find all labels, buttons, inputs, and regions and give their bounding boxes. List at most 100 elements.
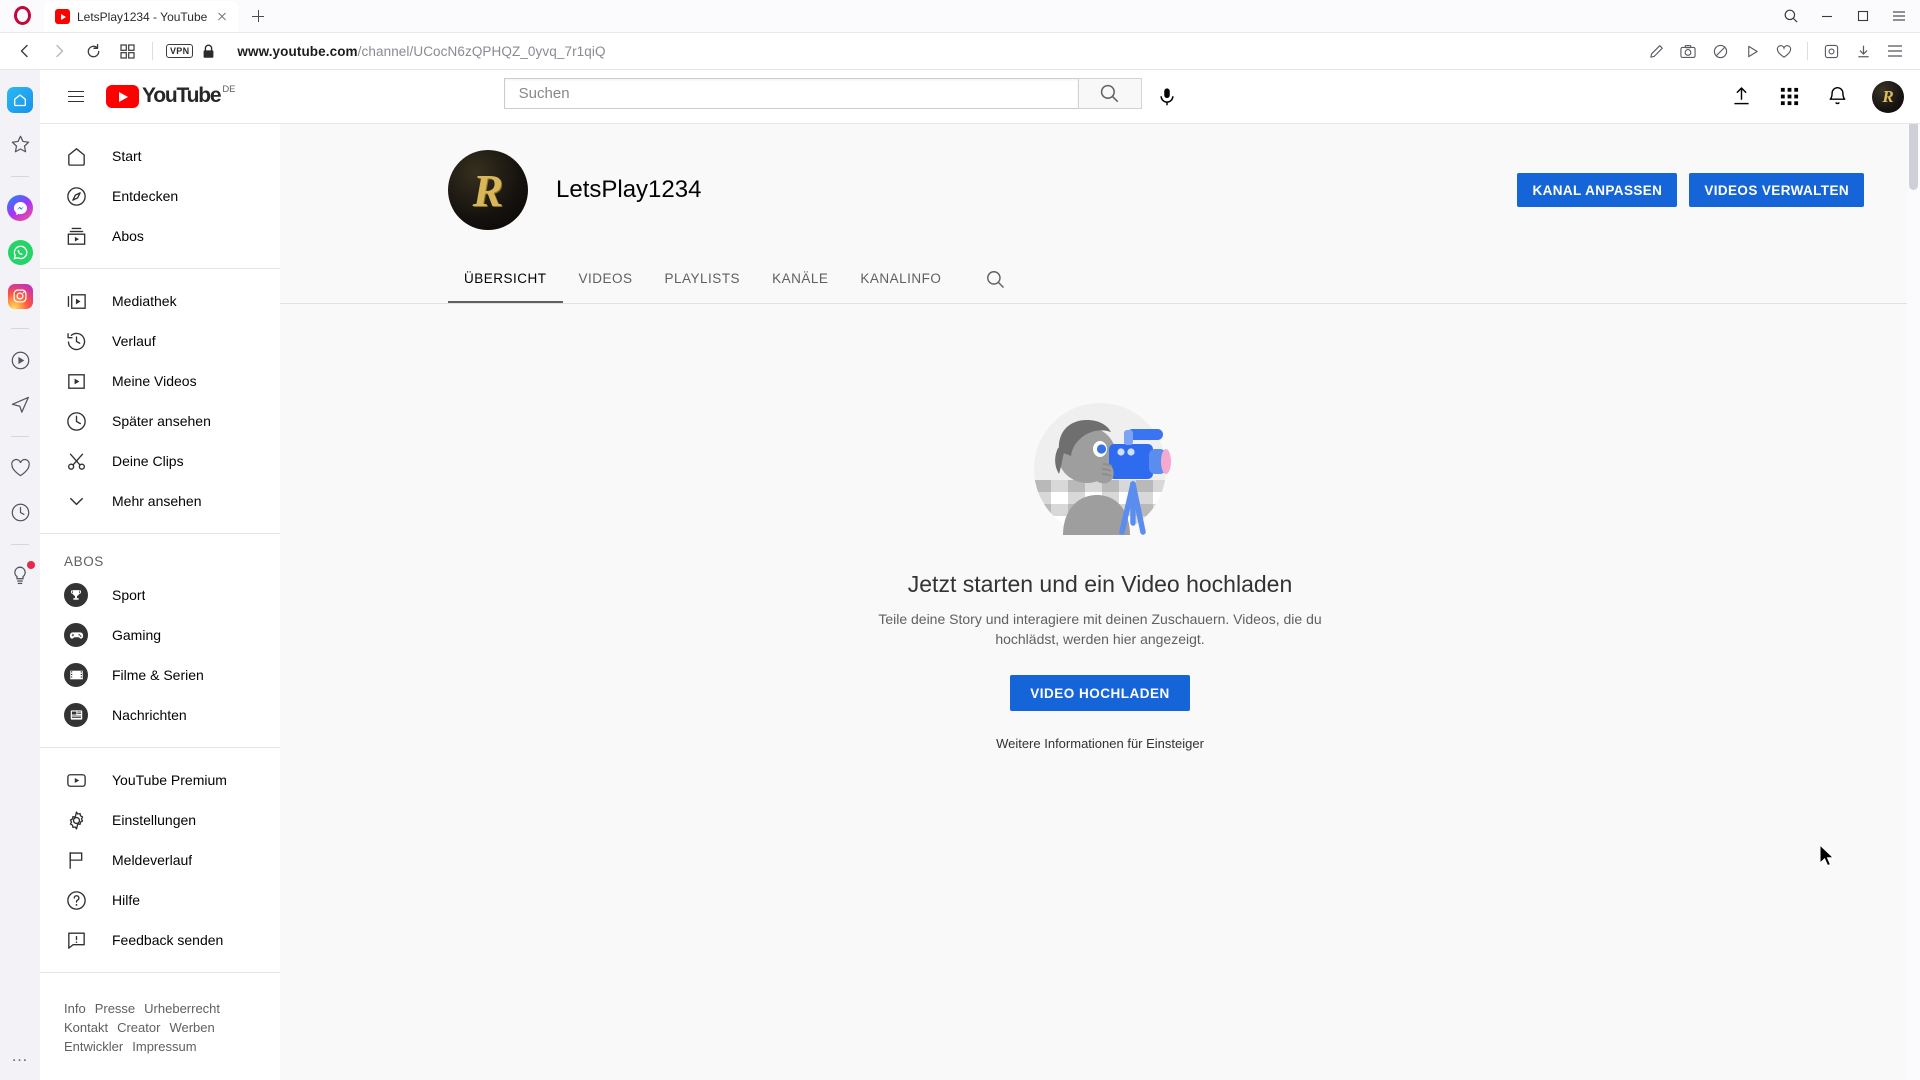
address-bar-url[interactable]: www.youtube.com/channel/UCocN6zQPHQZ_0yv… [237,44,605,59]
sidebar-player-button[interactable] [6,346,34,374]
microphone-icon [1160,87,1174,105]
new-tab-button[interactable] [244,2,272,30]
vpn-badge[interactable]: VPN [166,44,194,58]
player-icon [11,351,29,369]
channel-search-button[interactable] [971,256,1019,303]
apps-button[interactable] [1770,77,1810,117]
player-icon[interactable] [1737,36,1767,66]
notifications-button[interactable] [1818,77,1858,117]
sidebar-item-hilfe[interactable]: Hilfe [40,880,280,920]
footer-link[interactable]: Urheberrecht [144,1001,220,1016]
page-scrollbar[interactable] [1907,70,1920,1080]
footer-link[interactable]: Info [64,1001,86,1016]
sidebar-item-feedback-senden[interactable]: Feedback senden [40,920,280,960]
tab-videos[interactable]: VIDEOS [563,256,649,303]
footer-link[interactable]: Kontakt [64,1020,108,1035]
screenshot-icon[interactable] [1673,36,1703,66]
sidebar-item-verlauf[interactable]: Verlauf [40,321,280,361]
sidebar-item-deine-clips[interactable]: Deine Clips [40,441,280,481]
telegram-icon [11,396,29,413]
footer-link[interactable]: Presse [95,1001,135,1016]
sidebar-item-spaeter-ansehen[interactable]: Später ansehen [40,401,280,441]
sidebar-instagram-button[interactable] [6,282,34,310]
guide-divider-2 [40,533,280,534]
compass-icon [64,184,88,208]
sidebar-label: Gaming [112,627,162,643]
guide-toggle-button[interactable] [56,77,96,117]
sidebar-favorites-button[interactable] [6,130,34,158]
sidebar-tips-button[interactable] [6,561,35,590]
sidebar-item-einstellungen[interactable]: Einstellungen [40,800,280,840]
sidebar-item-start[interactable]: Start [40,136,280,176]
help-icon [64,888,88,912]
sidebar-history-button[interactable] [6,498,34,526]
browser-menu-icon[interactable] [1880,36,1910,66]
sidebar-whatsapp-button[interactable] [6,238,34,266]
scissors-icon [64,449,88,473]
sidebar-item-meldeverlauf[interactable]: Meldeverlauf [40,840,280,880]
maximize-icon[interactable] [1846,1,1880,31]
tab-kanaele[interactable]: KANÄLE [756,256,844,303]
tab-kanalinfo[interactable]: KANALINFO [844,256,957,303]
customize-channel-button[interactable]: KANAL ANPASSEN [1517,173,1678,207]
sidebar-more-button[interactable]: … [11,1046,29,1066]
edit-icon[interactable] [1641,36,1671,66]
channel-identity-row: R LetsPlay1234 KANAL ANPASSEN VIDEOS VER… [280,150,1920,230]
upload-button[interactable] [1722,77,1762,117]
search-input[interactable] [518,84,1070,102]
tab-playlists[interactable]: PLAYLISTS [649,256,757,303]
guide-divider-3 [40,747,280,748]
footer-link[interactable]: Entwickler [64,1039,123,1054]
youtube-masthead: YouTube DE Suchen R [40,70,1920,124]
sidebar-item-mehr-ansehen[interactable]: Mehr ansehen [40,481,280,521]
sidebar-messenger-button[interactable] [6,194,34,222]
tab-grid-icon[interactable] [112,36,142,66]
minimize-icon[interactable] [1810,1,1844,31]
reload-icon[interactable] [78,36,108,66]
back-icon[interactable] [10,36,40,66]
messenger-icon [7,195,33,221]
channel-avatar[interactable]: R [448,150,528,230]
extensions-icon[interactable] [1816,36,1846,66]
sidebar-pinboards-button[interactable] [6,454,34,482]
footer-link[interactable]: Impressum [132,1039,196,1054]
search-icon[interactable] [1774,1,1808,31]
sidebar-item-filme-serien[interactable]: Filme & Serien [40,655,280,695]
window-menu-icon[interactable] [1882,1,1916,31]
account-avatar[interactable]: R [1871,80,1904,113]
sidebar-item-sport[interactable]: Sport [40,575,280,615]
sidebar-telegram-button[interactable] [6,390,34,418]
sidebar-home-button[interactable] [6,86,34,114]
sidebar-label: Meldeverlauf [112,852,193,868]
youtube-logo[interactable]: YouTube DE [106,85,236,108]
search-button[interactable] [1077,77,1142,109]
site-security-lock-icon[interactable] [197,44,219,59]
window-controls [1774,0,1920,32]
beginner-help-link[interactable]: Weitere Informationen für Einsteiger [996,736,1204,751]
manage-videos-button[interactable]: VIDEOS VERWALTEN [1689,173,1864,207]
heart-icon[interactable] [1769,36,1799,66]
sidebar-item-mediathek[interactable]: Mediathek [40,281,280,321]
channel-tabs: ÜBERSICHT VIDEOS PLAYLISTS KANÄLE KANALI… [280,256,1920,304]
sidebar-item-youtube-premium[interactable]: YouTube Premium [40,760,280,800]
sidebar-item-meine-videos[interactable]: Meine Videos [40,361,280,401]
voice-search-button[interactable] [1148,78,1186,116]
upload-video-button[interactable]: VIDEO HOCHLADEN [1010,675,1190,711]
forward-icon[interactable] [44,36,74,66]
block-ads-icon[interactable] [1705,36,1735,66]
close-icon[interactable] [214,9,230,25]
footer-link[interactable]: Creator [117,1020,160,1035]
sidebar-item-gaming[interactable]: Gaming [40,615,280,655]
search-box[interactable] [503,77,1078,109]
sidebar-item-entdecken[interactable]: Entdecken [40,176,280,216]
sidebar-item-abos[interactable]: Abos [40,216,280,256]
download-icon[interactable] [1848,36,1878,66]
footer-link[interactable]: Werben [169,1020,214,1035]
sidebar-label: Abos [112,228,144,244]
tab-uebersicht[interactable]: ÜBERSICHT [448,256,563,303]
browser-tab[interactable]: LetsPlay1234 - YouTube [44,1,239,32]
opera-logo[interactable] [0,0,44,32]
sidebar-item-nachrichten[interactable]: Nachrichten [40,695,280,735]
sidebar-label: Meine Videos [112,373,197,389]
channel-page: R LetsPlay1234 KANAL ANPASSEN VIDEOS VER… [280,124,1920,1080]
